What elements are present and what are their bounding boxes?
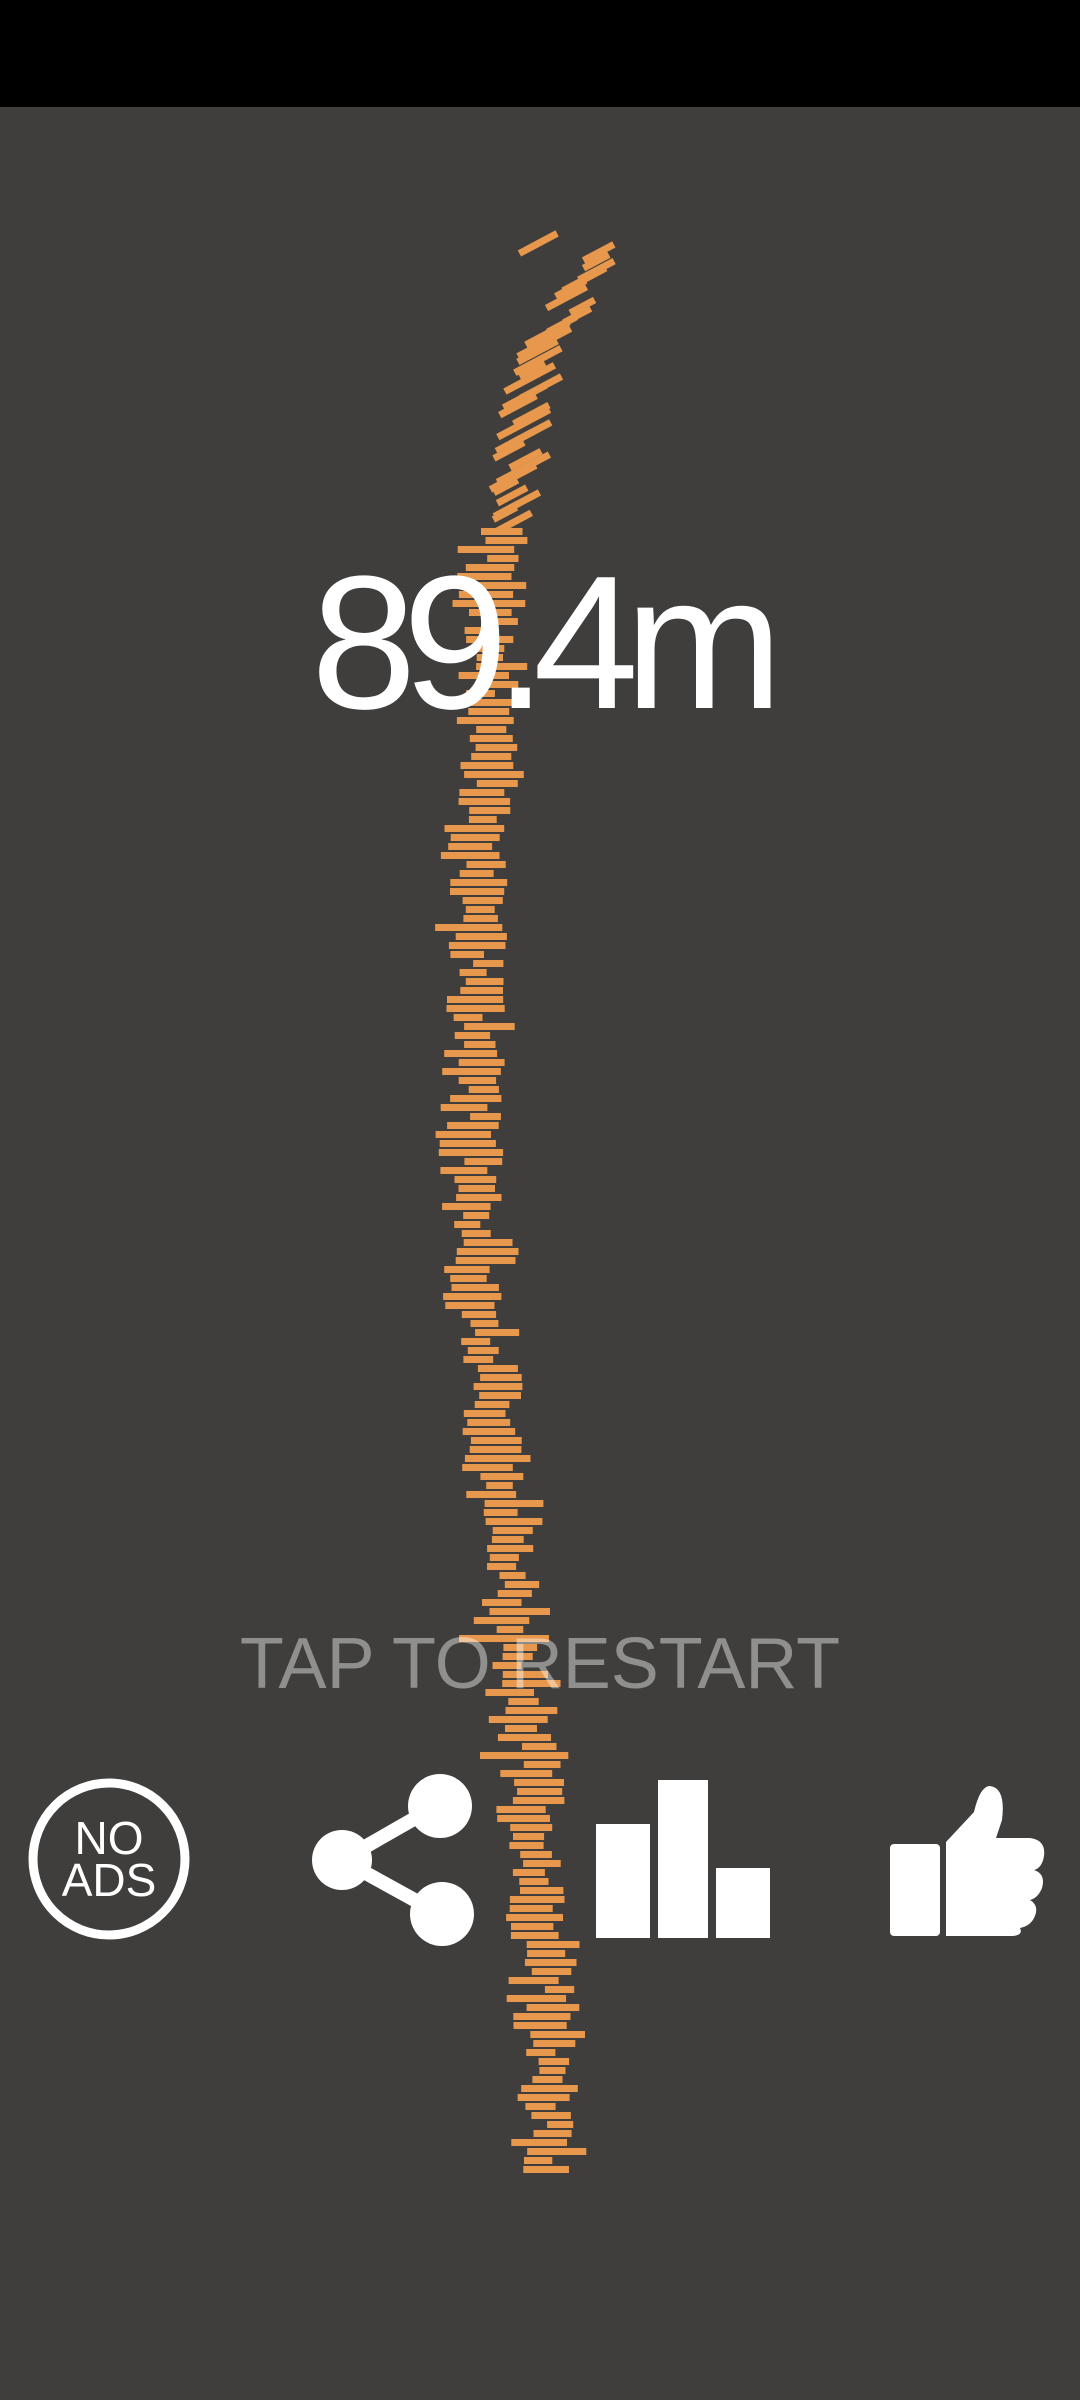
block-tower xyxy=(435,230,616,2173)
share-icon xyxy=(312,1774,474,1946)
score-display: 89.4m xyxy=(310,537,783,749)
thumbs-up-icon xyxy=(890,1786,1045,1936)
tap-to-restart-label[interactable]: TAP TO RESTART xyxy=(0,1628,1080,1700)
no-ads-icon: NO ADS xyxy=(28,1778,190,1940)
leaderboard-icon xyxy=(596,1780,770,1938)
no-ads-line2: ADS xyxy=(62,1854,157,1906)
share-button[interactable] xyxy=(312,1774,480,1946)
like-button[interactable] xyxy=(890,1782,1048,1936)
leaderboard-button[interactable] xyxy=(596,1780,770,1938)
no-ads-button[interactable]: NO ADS xyxy=(26,1776,192,1942)
